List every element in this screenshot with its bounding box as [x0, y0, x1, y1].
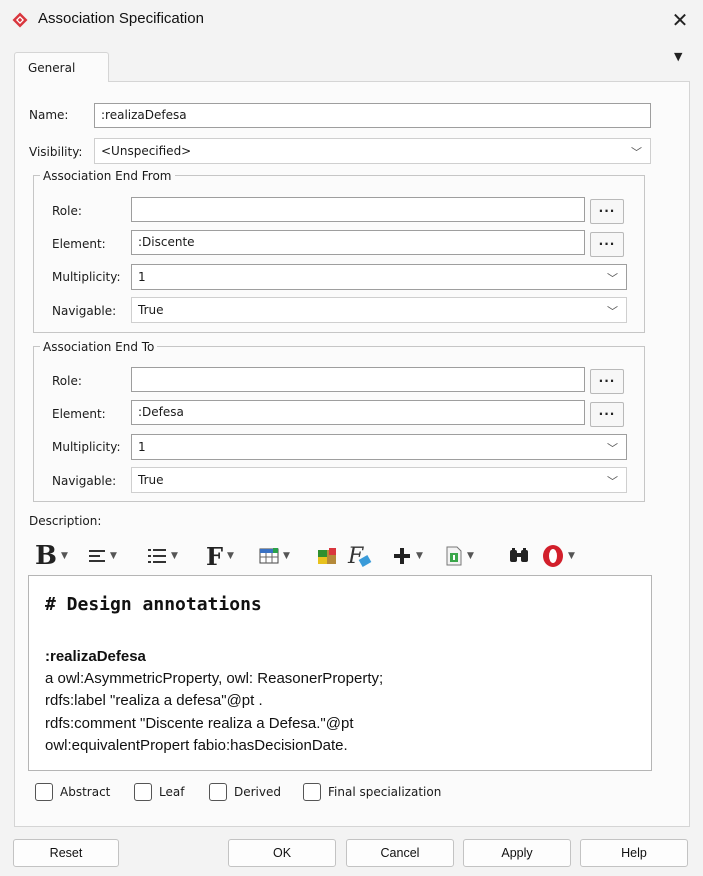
window-title: Association Specification: [38, 10, 204, 27]
from-multiplicity-select[interactable]: 1 ﹀: [131, 264, 627, 290]
description-line: a owl:AsymmetricProperty, owl: ReasonerP…: [45, 670, 384, 687]
to-element-label: Element:: [52, 407, 106, 421]
bold-icon: B: [35, 541, 57, 571]
visibility-label: Visibility:: [29, 145, 83, 159]
from-navigable-select[interactable]: True ﹀: [131, 297, 627, 323]
from-element-input[interactable]: :Discente: [131, 230, 585, 255]
table-dropdown[interactable]: ▼: [259, 541, 290, 571]
from-element-label: Element:: [52, 237, 106, 251]
leaf-checkbox[interactable]: Leaf: [134, 783, 184, 801]
visibility-value: <Unspecified>: [101, 144, 192, 158]
to-element-browse-button[interactable]: ...: [590, 402, 624, 427]
caret-icon: ▼: [227, 551, 234, 561]
name-input[interactable]: :realizaDefesa: [94, 103, 651, 128]
association-end-from-title: Association End From: [40, 169, 175, 183]
to-role-browse-button[interactable]: ...: [590, 369, 624, 394]
color-icon: [318, 548, 336, 564]
font-icon: F: [206, 541, 224, 571]
formula-icon: F: [347, 544, 372, 568]
from-navigable-label: Navigable:: [52, 304, 117, 318]
derived-checkbox-label: Derived: [234, 785, 281, 799]
from-multiplicity-value: 1: [138, 270, 146, 284]
caret-icon: ▼: [171, 551, 178, 561]
caret-icon: ▼: [60, 551, 68, 561]
to-multiplicity-label: Multiplicity:: [52, 440, 121, 454]
to-role-input[interactable]: [131, 367, 585, 392]
association-end-to-title: Association End To: [40, 340, 158, 354]
to-navigable-select[interactable]: True ﹀: [131, 467, 627, 493]
visibility-select[interactable]: <Unspecified> ﹀: [94, 138, 651, 164]
from-role-browse-button[interactable]: ...: [590, 199, 624, 224]
bold-dropdown[interactable]: B ▼: [35, 541, 68, 571]
leaf-checkbox-label: Leaf: [159, 785, 185, 799]
align-icon: [89, 550, 105, 562]
to-navigable-label: Navigable:: [52, 474, 117, 488]
align-dropdown[interactable]: ▼: [88, 541, 117, 571]
find-button[interactable]: [508, 541, 530, 571]
to-multiplicity-value: 1: [138, 440, 146, 454]
from-role-input[interactable]: [131, 197, 585, 222]
caret-icon: ▼: [467, 551, 474, 561]
from-element-browse-button[interactable]: ...: [590, 232, 624, 257]
list-icon: [148, 549, 166, 563]
document-icon: [446, 546, 462, 566]
checkbox-box[interactable]: [35, 783, 53, 801]
table-icon: [259, 548, 279, 564]
checkbox-box[interactable]: [209, 783, 227, 801]
chevron-down-icon: ﹀: [607, 305, 618, 318]
chevron-down-icon: ﹀: [631, 146, 642, 159]
apply-button[interactable]: Apply: [463, 839, 571, 867]
to-role-label: Role:: [52, 374, 82, 388]
final-specialization-checkbox[interactable]: Final specialization: [303, 783, 441, 801]
find-icon: [510, 548, 528, 562]
insert-dropdown[interactable]: ▼: [392, 541, 423, 571]
description-heading: # Design annotations: [45, 594, 262, 615]
description-line: rdfs:comment "Discente realiza a Defesa.…: [45, 715, 354, 732]
cancel-button[interactable]: Cancel: [346, 839, 454, 867]
checkbox-box[interactable]: [134, 783, 152, 801]
to-navigable-value: True: [138, 473, 164, 487]
spellcheck-icon: [543, 545, 563, 567]
font-dropdown[interactable]: F ▼: [206, 541, 234, 571]
from-role-label: Role:: [52, 204, 82, 218]
document-dropdown[interactable]: ▼: [445, 541, 474, 571]
caret-icon: ▼: [283, 551, 290, 561]
tab-overflow-icon[interactable]: ▼: [674, 50, 682, 63]
chevron-down-icon: ﹀: [607, 442, 618, 455]
chevron-down-icon: ﹀: [607, 272, 618, 285]
from-navigable-value: True: [138, 303, 164, 317]
to-element-input[interactable]: :Defesa: [131, 400, 585, 425]
reset-button[interactable]: Reset: [13, 839, 119, 867]
app-logo-icon: [12, 12, 28, 28]
description-line: :realizaDefesa: [45, 648, 146, 665]
close-icon[interactable]: ✕: [666, 6, 694, 34]
formula-button[interactable]: F: [347, 541, 373, 571]
to-multiplicity-select[interactable]: 1 ﹀: [131, 434, 627, 460]
name-label: Name:: [29, 108, 69, 122]
caret-icon: ▼: [416, 551, 423, 561]
tab-general[interactable]: General: [14, 52, 109, 82]
caret-icon: ▼: [568, 551, 575, 561]
abstract-checkbox[interactable]: Abstract: [35, 783, 110, 801]
ok-button[interactable]: OK: [228, 839, 336, 867]
description-label: Description:: [29, 514, 102, 528]
chevron-down-icon: ﹀: [607, 475, 618, 488]
checkbox-box[interactable]: [303, 783, 321, 801]
spellcheck-dropdown[interactable]: ▼: [542, 541, 575, 571]
list-dropdown[interactable]: ▼: [147, 541, 178, 571]
help-button[interactable]: Help: [580, 839, 688, 867]
description-editor[interactable]: # Design annotations :realizaDefesa a ow…: [28, 575, 652, 771]
abstract-checkbox-label: Abstract: [60, 785, 111, 799]
description-line: rdfs:label "realiza a defesa"@pt .: [45, 692, 263, 709]
insert-icon: [394, 548, 410, 564]
color-button[interactable]: [317, 541, 337, 571]
description-line: owl:equivalentPropert fabio:hasDecisionD…: [45, 737, 348, 754]
derived-checkbox[interactable]: Derived: [209, 783, 281, 801]
from-multiplicity-label: Multiplicity:: [52, 270, 121, 284]
final-specialization-checkbox-label: Final specialization: [328, 785, 442, 799]
caret-icon: ▼: [110, 551, 117, 561]
